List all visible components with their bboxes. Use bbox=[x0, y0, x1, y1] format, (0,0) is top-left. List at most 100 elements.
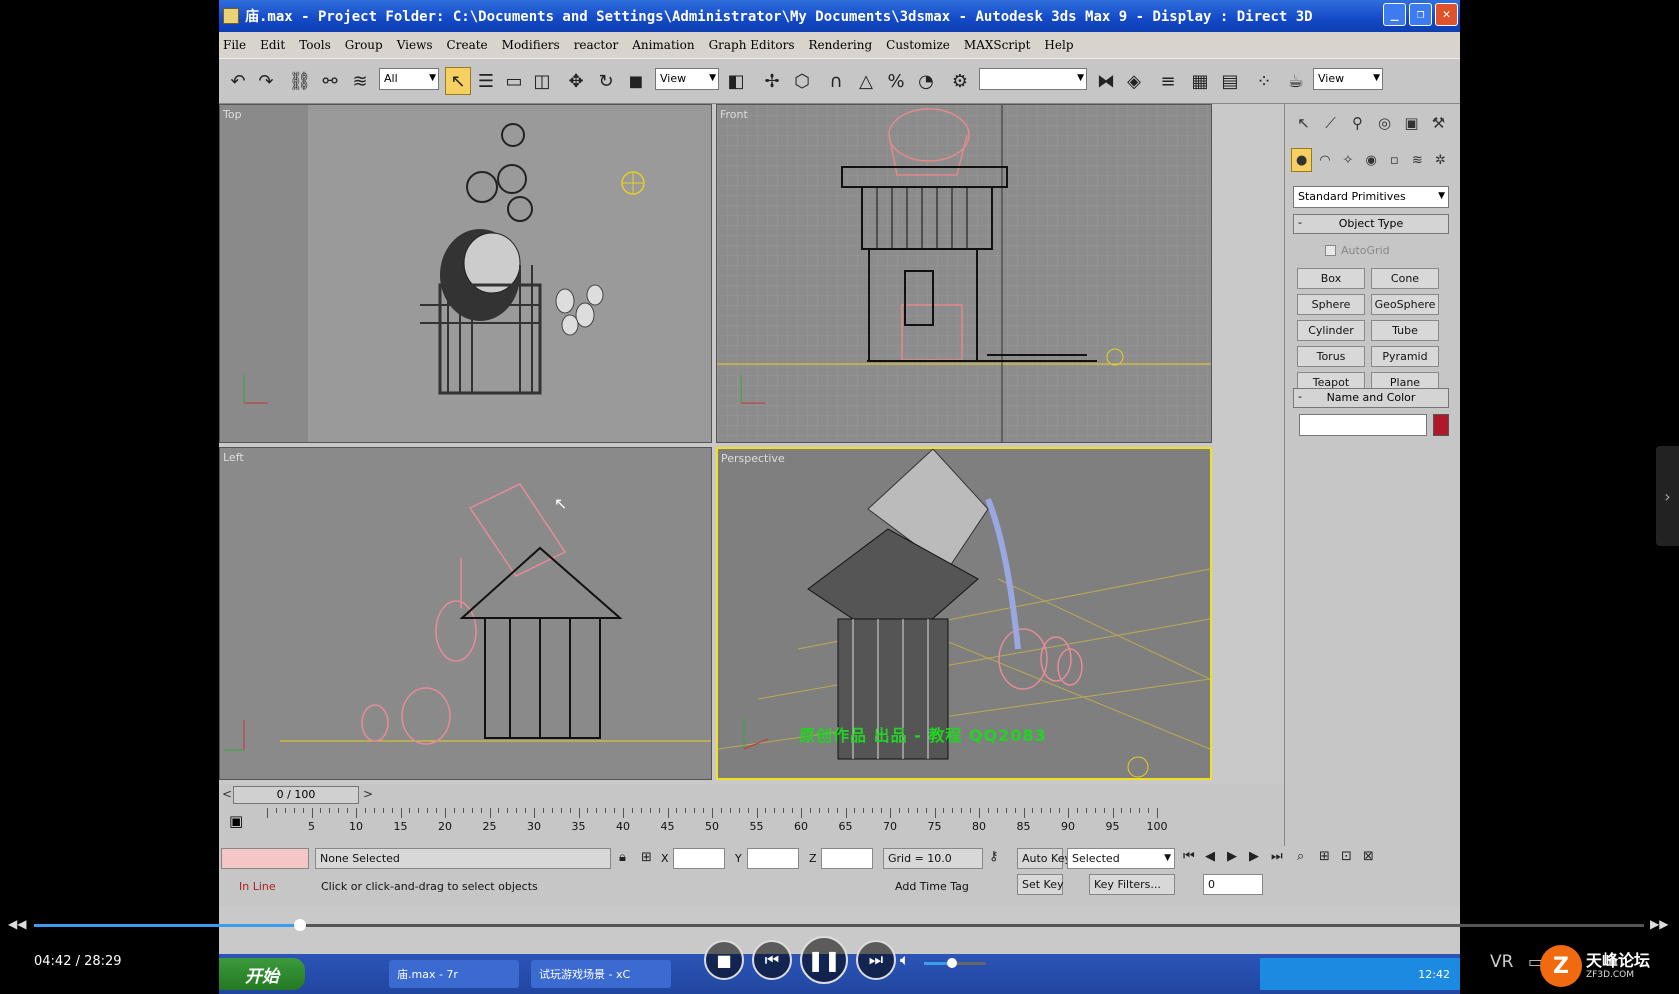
time-forward-icon[interactable]: > bbox=[363, 787, 373, 801]
current-frame-field[interactable]: 0 bbox=[1203, 874, 1263, 895]
progress-knob[interactable] bbox=[293, 919, 306, 931]
material-editor-icon[interactable]: ⁘ bbox=[1251, 67, 1277, 95]
sphere-button[interactable]: Sphere bbox=[1297, 294, 1365, 315]
zoom-extents-all-icon[interactable]: ⊠ bbox=[1363, 849, 1374, 864]
z-coordinate-field[interactable] bbox=[821, 848, 873, 869]
y-coordinate-field[interactable] bbox=[747, 848, 799, 869]
key-mode-dropdown[interactable]: Selected ▼ bbox=[1067, 848, 1175, 869]
start-button[interactable]: 开始 bbox=[219, 958, 305, 990]
box-button[interactable]: Box bbox=[1297, 268, 1365, 289]
pyramid-button[interactable]: Pyramid bbox=[1371, 346, 1439, 367]
percent-snap-icon[interactable]: % bbox=[883, 67, 909, 95]
set-key-button[interactable]: Set Key bbox=[1017, 874, 1064, 895]
taskbar-item-max[interactable]: 庙.max - 7r bbox=[389, 960, 519, 988]
redo-icon[interactable]: ↷ bbox=[253, 67, 279, 95]
move-icon[interactable]: ✥ bbox=[563, 67, 589, 95]
go-to-end-icon[interactable]: ⏭ bbox=[1271, 849, 1283, 864]
create-tab-icon[interactable]: ↖ bbox=[1291, 110, 1316, 136]
time-slider-thumb[interactable]: 0 / 100 bbox=[233, 786, 359, 804]
restore-button[interactable]: ❐ bbox=[1409, 3, 1432, 26]
menu-edit[interactable]: Edit bbox=[260, 38, 285, 52]
menu-create[interactable]: Create bbox=[447, 38, 488, 52]
fast-forward-icon[interactable]: ▶▶ bbox=[1650, 917, 1668, 931]
named-selection-dropdown[interactable]: ▼ bbox=[979, 68, 1087, 90]
shapes-icon[interactable]: ◠ bbox=[1314, 148, 1335, 172]
lock-icon[interactable]: 🔒︎ bbox=[619, 850, 626, 865]
select-object-icon[interactable]: ↖ bbox=[445, 67, 471, 95]
undo-icon[interactable]: ↶ bbox=[225, 67, 251, 95]
viewport-label-top[interactable]: Top bbox=[223, 108, 242, 121]
menu-graph-editors[interactable]: Graph Editors bbox=[709, 38, 795, 52]
menu-reactor[interactable]: reactor bbox=[574, 38, 619, 52]
menu-modifiers[interactable]: Modifiers bbox=[502, 38, 560, 52]
track-bar[interactable]: ▣ 5 10 15 20 25 30 35 40 45 50 55 60 65 70 75 80 85 90 95 1… bbox=[219, 806, 1284, 846]
spinner-snap-icon[interactable]: ◔ bbox=[913, 67, 939, 95]
schematic-view-icon[interactable]: ▤ bbox=[1217, 67, 1243, 95]
angle-snap-icon[interactable]: △ bbox=[853, 67, 879, 95]
pivot-center-icon[interactable]: ◧ bbox=[723, 67, 749, 95]
motion-tab-icon[interactable]: ◎ bbox=[1372, 110, 1397, 136]
menu-file[interactable]: File bbox=[223, 38, 246, 52]
viewport-label-perspective[interactable]: Perspective bbox=[721, 452, 785, 465]
lights-icon[interactable]: ✧ bbox=[1337, 148, 1358, 172]
pause-button[interactable]: ❚❚ bbox=[800, 936, 848, 984]
select-by-name-icon[interactable]: ☰ bbox=[473, 67, 499, 95]
key-icon[interactable]: ⚷ bbox=[989, 849, 999, 864]
curve-editor-icon[interactable]: ▦ bbox=[1187, 67, 1213, 95]
bind-space-warp-icon[interactable]: ≋ bbox=[347, 67, 373, 95]
display-tab-icon[interactable]: ▣ bbox=[1399, 110, 1424, 136]
previous-button[interactable]: ⏮ bbox=[752, 940, 792, 980]
taskbar-item-scene[interactable]: 试玩游戏场景 - xC bbox=[531, 960, 671, 988]
progress-bar[interactable] bbox=[34, 919, 1644, 931]
scale-icon[interactable]: ◼ bbox=[623, 67, 649, 95]
rectangular-selection-icon[interactable]: ▭ bbox=[501, 67, 527, 95]
object-type-rollout[interactable]: - Object Type bbox=[1293, 214, 1449, 234]
geosphere-button[interactable]: GeoSphere bbox=[1371, 294, 1439, 315]
window-crossing-icon[interactable]: ◫ bbox=[529, 67, 555, 95]
side-panel-toggle[interactable]: › bbox=[1656, 446, 1679, 546]
unlink-icon[interactable]: ⚯ bbox=[317, 67, 343, 95]
cone-button[interactable]: Cone bbox=[1371, 268, 1439, 289]
go-to-start-icon[interactable]: ⏮ bbox=[1183, 849, 1195, 864]
viewport-label-front[interactable]: Front bbox=[720, 108, 748, 121]
zoom-all-icon[interactable]: ⊞ bbox=[1319, 849, 1330, 864]
menu-help[interactable]: Help bbox=[1044, 38, 1073, 52]
edit-named-selection-icon[interactable]: ⚙ bbox=[947, 67, 973, 95]
name-color-rollout[interactable]: - Name and Color bbox=[1293, 388, 1449, 408]
next-frame-icon[interactable]: ▶ bbox=[1249, 849, 1259, 864]
systems-icon[interactable]: ✲ bbox=[1430, 148, 1451, 172]
menu-group[interactable]: Group bbox=[345, 38, 383, 52]
select-link-icon[interactable]: ⛓ bbox=[287, 67, 313, 95]
keyboard-shortcut-icon[interactable]: ⬡ bbox=[789, 67, 815, 95]
menu-animation[interactable]: Animation bbox=[632, 38, 694, 52]
close-button[interactable]: ✕ bbox=[1435, 3, 1458, 26]
viewport-label-left[interactable]: Left bbox=[223, 451, 244, 464]
viewport-front[interactable]: Front bbox=[716, 104, 1212, 443]
space-warps-icon[interactable]: ≋ bbox=[1407, 148, 1428, 172]
helpers-icon[interactable]: ▫ bbox=[1384, 148, 1405, 172]
key-filters-button[interactable]: Key Filters... bbox=[1089, 874, 1175, 895]
modify-tab-icon[interactable]: ⟋ bbox=[1318, 110, 1343, 136]
volume-slider[interactable] bbox=[924, 958, 986, 968]
time-back-icon[interactable]: < bbox=[222, 787, 232, 801]
autogrid-checkbox[interactable]: AutoGrid bbox=[1325, 244, 1390, 257]
viewport-top[interactable]: Top bbox=[219, 104, 712, 443]
hierarchy-tab-icon[interactable]: ⚲ bbox=[1345, 110, 1370, 136]
vr-button[interactable]: VR bbox=[1490, 952, 1513, 972]
tube-button[interactable]: Tube bbox=[1371, 320, 1439, 341]
rewind-icon[interactable]: ◀◀ bbox=[8, 917, 26, 931]
x-coordinate-field[interactable] bbox=[673, 848, 725, 869]
track-bar-menu-icon[interactable]: ▣ bbox=[229, 812, 243, 830]
object-category-dropdown[interactable]: Standard Primitives ▼ bbox=[1293, 186, 1449, 208]
maxscript-listener[interactable] bbox=[221, 848, 309, 869]
mirror-icon[interactable]: ⧓ bbox=[1093, 67, 1119, 95]
minimize-button[interactable]: _ bbox=[1383, 3, 1406, 26]
manipulate-icon[interactable]: ✢ bbox=[759, 67, 785, 95]
cylinder-button[interactable]: Cylinder bbox=[1297, 320, 1365, 341]
volume-icon[interactable]: 🔈︎ bbox=[900, 950, 910, 970]
object-name-field[interactable] bbox=[1299, 414, 1427, 436]
add-time-tag[interactable]: Add Time Tag bbox=[895, 880, 969, 893]
menu-maxscript[interactable]: MAXScript bbox=[964, 38, 1031, 52]
stop-button[interactable]: ■ bbox=[704, 940, 744, 980]
utilities-tab-icon[interactable]: ⚒ bbox=[1426, 110, 1451, 136]
